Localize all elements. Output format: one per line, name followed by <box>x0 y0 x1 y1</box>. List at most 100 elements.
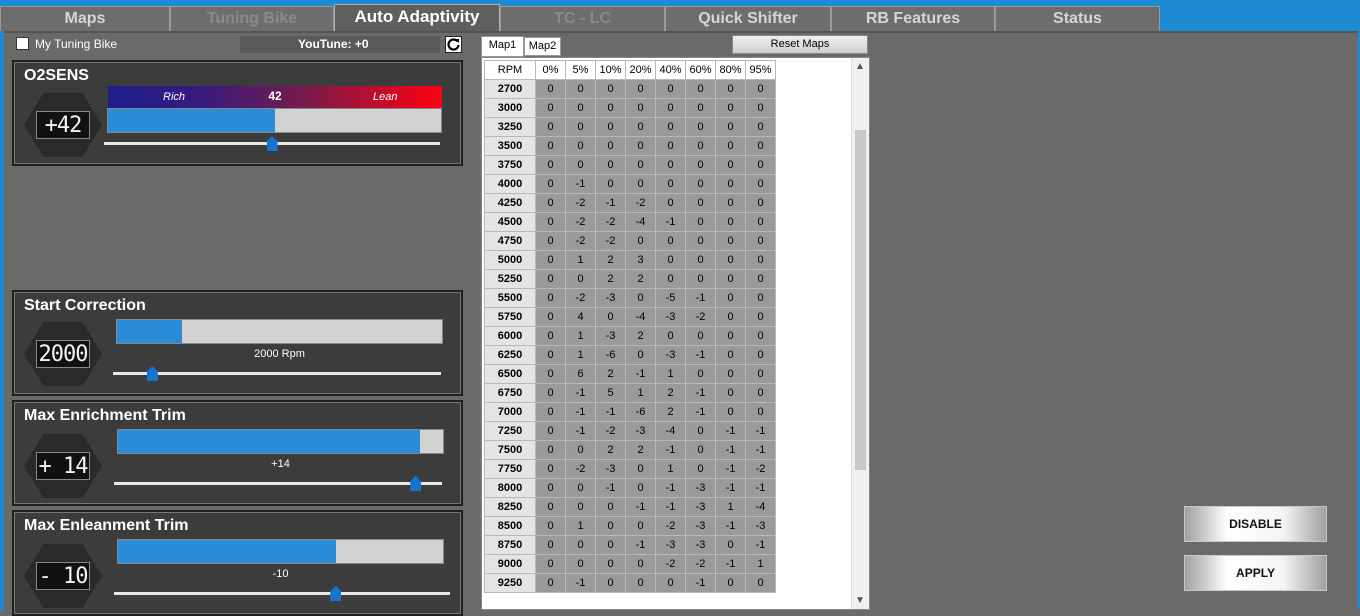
map-cell[interactable]: 0 <box>655 269 686 289</box>
map-cell[interactable]: -2 <box>655 516 686 536</box>
map-cell[interactable]: 2 <box>625 269 656 289</box>
map-cell[interactable]: 0 <box>745 364 776 384</box>
map-cell[interactable]: 0 <box>655 573 686 593</box>
tab-maps[interactable]: Maps <box>0 6 170 31</box>
map-cell[interactable]: -1 <box>565 573 596 593</box>
map-cell[interactable]: -4 <box>625 212 656 232</box>
map-cell[interactable]: 0 <box>685 364 716 384</box>
map-cell[interactable]: 6 <box>565 364 596 384</box>
max-enrichment-slider-track[interactable] <box>114 476 442 491</box>
map-cell[interactable]: 0 <box>535 554 566 574</box>
map-cell[interactable]: 0 <box>745 383 776 403</box>
tab-auto-adaptivity[interactable]: Auto Adaptivity <box>334 4 500 32</box>
map-cell[interactable]: 0 <box>685 98 716 118</box>
map-cell[interactable]: -5 <box>655 288 686 308</box>
map-cell[interactable]: -4 <box>625 307 656 327</box>
map-cell[interactable]: 0 <box>565 79 596 99</box>
map-cell[interactable]: 0 <box>745 174 776 194</box>
map-cell[interactable]: 0 <box>535 383 566 403</box>
map-cell[interactable]: 0 <box>715 212 746 232</box>
map-cell[interactable]: 2 <box>595 440 626 460</box>
map-cell[interactable]: -1 <box>595 193 626 213</box>
map-cell[interactable]: -1 <box>715 516 746 536</box>
refresh-button[interactable] <box>445 36 462 53</box>
map-cell[interactable]: 0 <box>535 269 566 289</box>
map-cell[interactable]: 0 <box>535 250 566 270</box>
o2sens-slider-track[interactable] <box>104 136 440 151</box>
map-cell[interactable]: -3 <box>595 326 626 346</box>
map-cell[interactable]: 0 <box>715 250 746 270</box>
map-cell[interactable]: -3 <box>625 421 656 441</box>
map-cell[interactable]: 0 <box>565 269 596 289</box>
map-cell[interactable]: -4 <box>745 497 776 517</box>
map-cell[interactable]: 0 <box>655 79 686 99</box>
map-cell[interactable]: 0 <box>535 288 566 308</box>
map-cell[interactable]: -1 <box>685 402 716 422</box>
map-cell[interactable]: 0 <box>715 193 746 213</box>
map-cell[interactable]: 0 <box>715 402 746 422</box>
map-cell[interactable]: 0 <box>625 98 656 118</box>
map-cell[interactable]: 0 <box>745 136 776 156</box>
map-cell[interactable]: 0 <box>745 117 776 137</box>
map-cell[interactable]: -1 <box>745 421 776 441</box>
map-cell[interactable]: 1 <box>745 554 776 574</box>
map-cell[interactable]: -2 <box>565 459 596 479</box>
map-cell[interactable]: 0 <box>685 269 716 289</box>
map-cell[interactable]: -6 <box>595 345 626 365</box>
scroll-thumb[interactable] <box>855 130 866 470</box>
map-cell[interactable]: 0 <box>655 231 686 251</box>
map-cell[interactable]: -1 <box>715 554 746 574</box>
map-cell[interactable]: -1 <box>685 345 716 365</box>
map-cell[interactable]: -3 <box>745 516 776 536</box>
map-cell[interactable]: 0 <box>595 497 626 517</box>
map-cell[interactable]: 0 <box>625 174 656 194</box>
map-cell[interactable]: -1 <box>655 497 686 517</box>
map-cell[interactable]: 0 <box>565 117 596 137</box>
map-cell[interactable]: 0 <box>535 364 566 384</box>
map-cell[interactable]: 0 <box>655 326 686 346</box>
map-cell[interactable]: 0 <box>745 250 776 270</box>
map-cell[interactable]: 0 <box>625 573 656 593</box>
map-cell[interactable]: 0 <box>535 174 566 194</box>
map-cell[interactable]: 2 <box>625 440 656 460</box>
map-cell[interactable]: 0 <box>715 307 746 327</box>
map-cell[interactable]: 0 <box>535 516 566 536</box>
map-cell[interactable]: -2 <box>595 421 626 441</box>
map-cell[interactable]: 1 <box>625 383 656 403</box>
map-cell[interactable]: 0 <box>595 535 626 555</box>
map-cell[interactable]: 0 <box>685 459 716 479</box>
map-cell[interactable]: 1 <box>655 459 686 479</box>
map-cell[interactable]: 0 <box>535 326 566 346</box>
map-cell[interactable]: -2 <box>625 193 656 213</box>
map-cell[interactable]: 0 <box>535 117 566 137</box>
map-cell[interactable]: -2 <box>655 554 686 574</box>
map-cell[interactable]: -2 <box>565 212 596 232</box>
map-cell[interactable]: 0 <box>625 231 656 251</box>
map-cell[interactable]: 0 <box>715 326 746 346</box>
tab-rb-features[interactable]: RB Features <box>831 6 995 31</box>
map-cell[interactable]: 4 <box>565 307 596 327</box>
map-cell[interactable]: -3 <box>685 497 716 517</box>
map-cell[interactable]: 0 <box>685 193 716 213</box>
map-cell[interactable]: 0 <box>715 364 746 384</box>
map-cell[interactable]: -2 <box>685 307 716 327</box>
map-cell[interactable]: 0 <box>625 345 656 365</box>
map-cell[interactable]: 0 <box>535 136 566 156</box>
map-cell[interactable]: 0 <box>535 497 566 517</box>
map-cell[interactable]: -2 <box>745 459 776 479</box>
map-cell[interactable]: -1 <box>625 497 656 517</box>
map-cell[interactable]: 0 <box>685 155 716 175</box>
map-cell[interactable]: 0 <box>715 98 746 118</box>
map-cell[interactable]: 0 <box>745 326 776 346</box>
map-cell[interactable]: 0 <box>655 117 686 137</box>
map-cell[interactable]: 0 <box>565 497 596 517</box>
map-cell[interactable]: -4 <box>655 421 686 441</box>
map-cell[interactable]: 0 <box>715 383 746 403</box>
map-cell[interactable]: 2 <box>595 364 626 384</box>
map-cell[interactable]: -3 <box>655 535 686 555</box>
map-cell[interactable]: 0 <box>745 307 776 327</box>
map-cell[interactable]: 3 <box>625 250 656 270</box>
tab-status[interactable]: Status <box>995 6 1160 31</box>
map-cell[interactable]: 0 <box>535 193 566 213</box>
map-cell[interactable]: 0 <box>565 440 596 460</box>
